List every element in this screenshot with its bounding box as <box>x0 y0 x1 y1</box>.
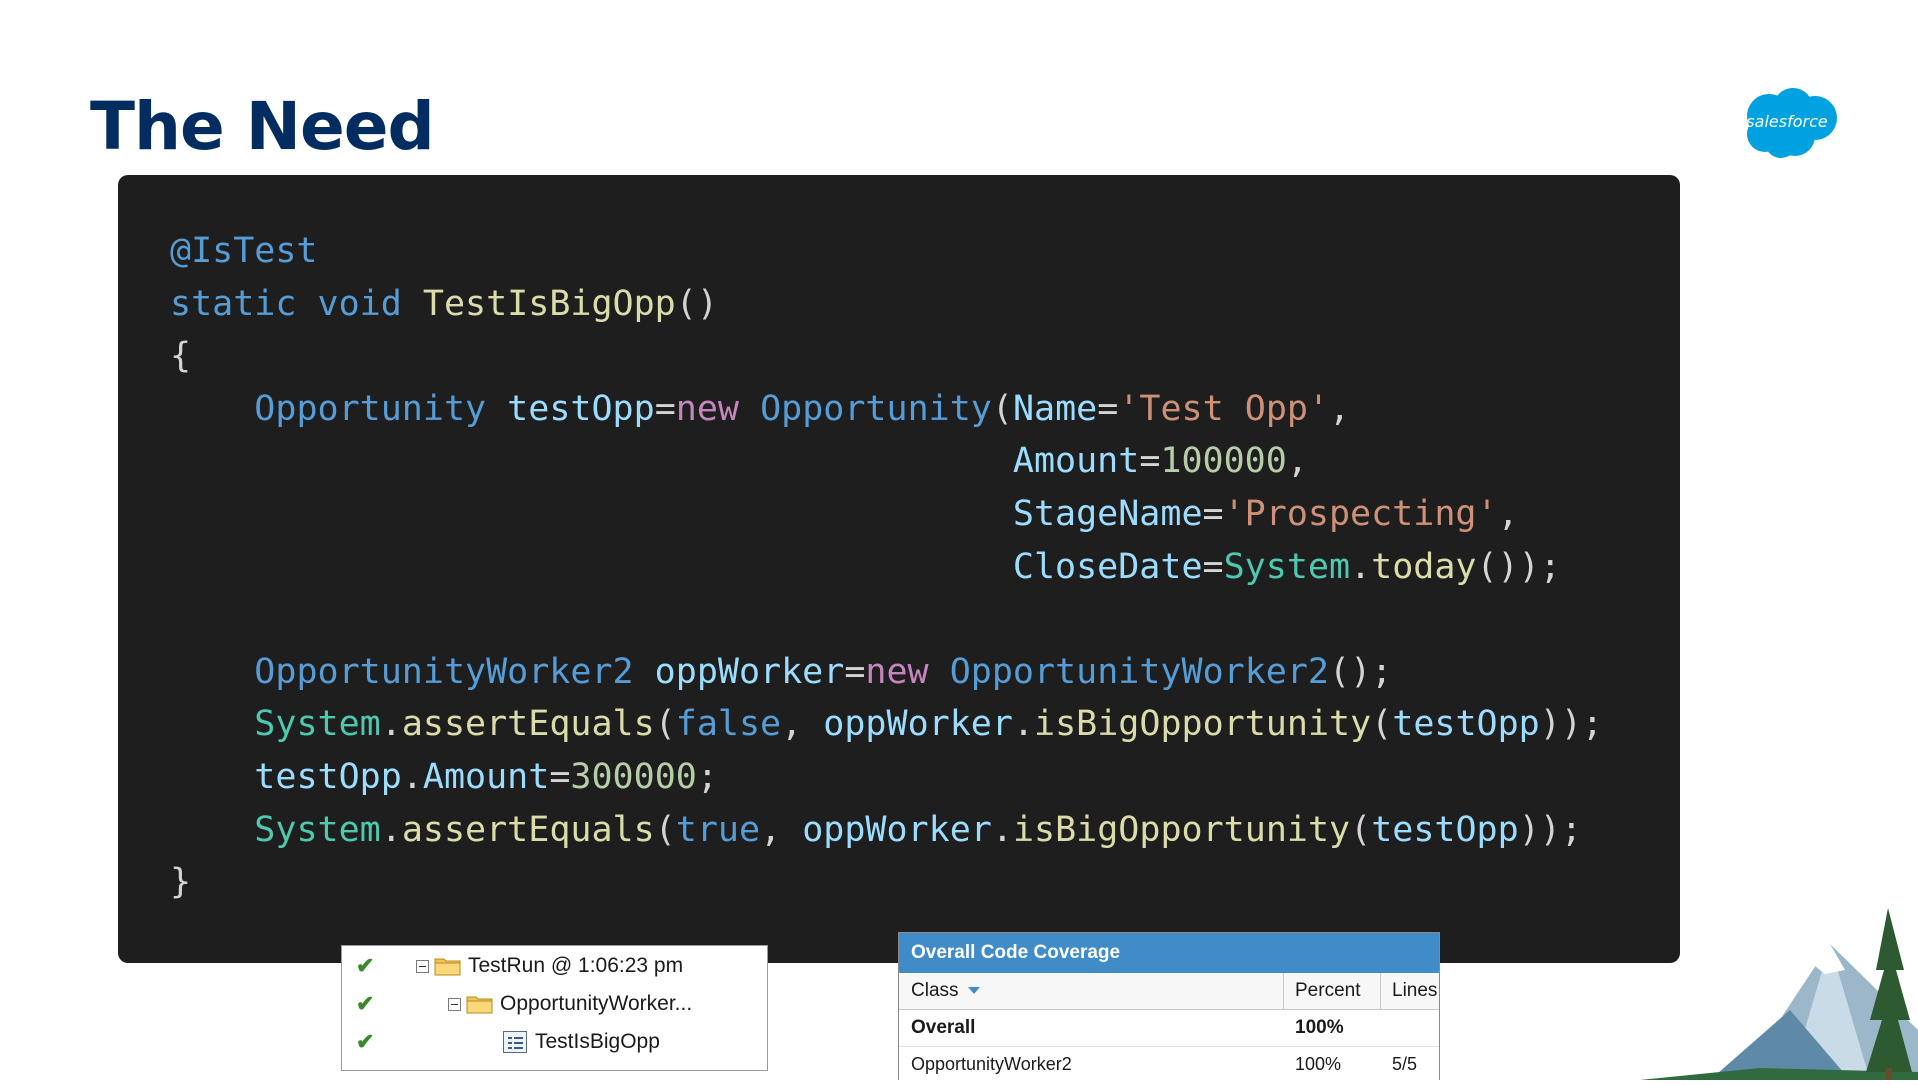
tree-item-test-method[interactable]: TestIsBigOpp <box>503 1024 660 1060</box>
code-line-4: Opportunity testOpp=new Opportunity(Name… <box>254 388 1351 429</box>
folder-icon <box>434 956 462 976</box>
code-line-2: static void TestIsBigOpp() <box>170 283 718 324</box>
code-line-6: StageName='Prospecting', <box>1012 493 1519 534</box>
collapse-icon[interactable] <box>448 997 461 1011</box>
test-run-tree: ✔ ✔ ✔ TestRun @ 1:06:23 pm OpportunityWo… <box>341 945 768 1071</box>
table-row[interactable]: Overall 100% <box>899 1010 1439 1047</box>
coverage-percent-cell: 100% <box>1295 1054 1342 1074</box>
code-line-11: testOpp.Amount=300000; <box>254 756 718 797</box>
coverage-lines-cell: 5/5 <box>1392 1054 1418 1074</box>
tree-item-label: OpportunityWorker... <box>500 992 693 1015</box>
column-header-class[interactable]: Class <box>911 973 980 1009</box>
tree-item-label: TestIsBigOpp <box>535 1030 660 1053</box>
folder-icon <box>466 994 494 1014</box>
tree-item-label: TestRun @ 1:06:23 pm <box>468 954 684 977</box>
code-block: @IsTest static void TestIsBigOpp() { Opp… <box>170 225 1603 909</box>
salesforce-logo: salesforce <box>1735 86 1839 160</box>
collapse-icon[interactable] <box>416 959 429 973</box>
code-line-7: CloseDate=System.today()); <box>1012 546 1561 587</box>
coverage-title: Overall Code Coverage <box>899 933 1439 973</box>
code-line-13: } <box>170 862 192 903</box>
code-line-1: @IsTest <box>170 231 318 271</box>
column-header-percent[interactable]: Percent <box>1295 973 1360 1009</box>
code-panel: @IsTest static void TestIsBigOpp() { Opp… <box>118 175 1680 963</box>
column-header-lines[interactable]: Lines <box>1392 973 1437 1009</box>
tree-item-testrun[interactable]: TestRun @ 1:06:23 pm <box>416 948 683 984</box>
code-line-10: System.assertEquals(false, oppWorker.isB… <box>254 704 1603 745</box>
check-icon: ✔ <box>356 953 375 978</box>
coverage-class-cell: OpportunityWorker2 <box>911 1054 1072 1074</box>
logo-text: salesforce <box>1746 112 1828 131</box>
slide-title: The Need <box>90 88 435 165</box>
coverage-percent-cell: 100% <box>1295 1017 1344 1038</box>
code-line-12: System.assertEquals(true, oppWorker.isBi… <box>254 809 1582 850</box>
check-icon: ✔ <box>356 991 375 1016</box>
tree-item-class[interactable]: OpportunityWorker... <box>448 986 692 1022</box>
sort-arrow-icon[interactable] <box>967 987 980 995</box>
mountain-illustration <box>1640 900 1918 1080</box>
table-row[interactable]: OpportunityWorker2 100% 5/5 <box>899 1046 1439 1080</box>
coverage-header-row: Class Percent Lines <box>899 973 1439 1010</box>
code-coverage-panel: Overall Code Coverage Class Percent Line… <box>898 932 1440 1080</box>
code-line-3: { <box>170 336 192 377</box>
check-icon: ✔ <box>356 1029 375 1054</box>
coverage-class-cell: Overall <box>911 1017 976 1038</box>
code-line-9: OpportunityWorker2 oppWorker=new Opportu… <box>254 651 1393 692</box>
code-line-5: Amount=100000, <box>1012 441 1308 482</box>
test-method-icon <box>503 1031 527 1053</box>
